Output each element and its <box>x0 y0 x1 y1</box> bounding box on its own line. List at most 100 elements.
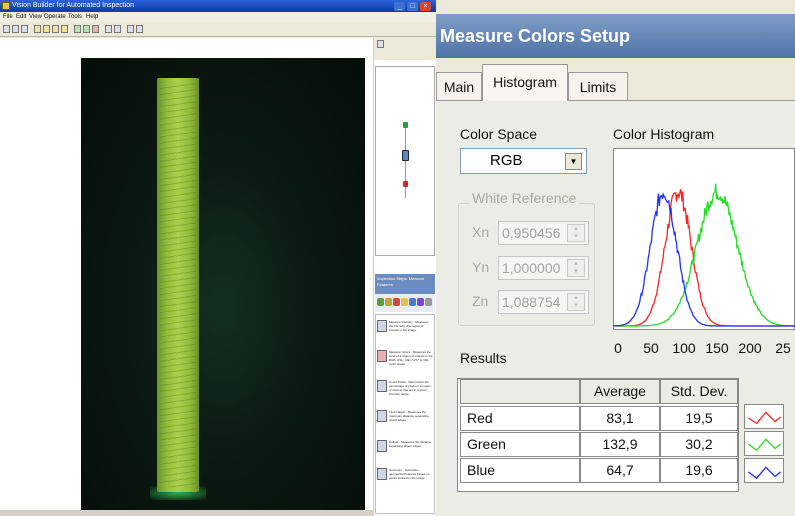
measure-icon[interactable] <box>401 298 408 306</box>
red-line-swatch-icon[interactable] <box>744 404 784 429</box>
histogram-series-green <box>613 183 795 327</box>
measure-step-node-icon[interactable] <box>402 150 409 161</box>
select-tool-icon[interactable] <box>34 25 41 33</box>
header-empty <box>460 379 580 404</box>
tab-limits[interactable]: Limits <box>568 72 628 100</box>
x-tick: 0 <box>614 340 622 356</box>
new-file-icon[interactable] <box>3 25 10 33</box>
maximize-button[interactable]: □ <box>407 2 418 11</box>
yn-spinner-icon[interactable]: ▲ ▼ <box>567 259 585 277</box>
green-line-swatch-icon[interactable] <box>744 431 784 456</box>
header-std-dev: Std. Dev. <box>660 379 738 404</box>
intensity-icon <box>377 320 387 332</box>
menu-view[interactable]: View <box>29 12 42 22</box>
menu-help[interactable]: Help <box>86 12 98 22</box>
yn-label: Yn <box>472 259 490 275</box>
x-tick: 150 <box>705 340 729 356</box>
zoom-in-icon[interactable] <box>52 25 59 33</box>
panel-title: Measure Colors Setup <box>440 26 631 46</box>
header-average: Average <box>580 379 660 404</box>
red-std-dev: 19,5 <box>660 406 738 431</box>
step-back-icon[interactable] <box>105 25 112 33</box>
green-average: 132,9 <box>580 432 660 457</box>
color-space-label: Color Space <box>460 126 538 142</box>
pixels-icon <box>377 380 387 392</box>
menu-file[interactable]: File <box>3 12 13 22</box>
start-node-icon[interactable] <box>403 122 408 128</box>
save-icon[interactable] <box>21 25 28 33</box>
yn-value: 1,000000 <box>502 260 561 276</box>
wood-grain <box>160 82 196 487</box>
step-count-pixels[interactable]: Count Pixels - Determines the percentage… <box>377 380 433 406</box>
step-forward-icon[interactable] <box>114 25 121 33</box>
zn-label: Zn <box>472 293 489 309</box>
flow-connector <box>405 126 406 198</box>
caliper-icon <box>377 410 387 422</box>
color-histogram-chart <box>613 183 795 327</box>
color-space-value: RGB <box>490 152 523 169</box>
step-label: Measure Colors - Measures the color of a… <box>389 350 433 366</box>
step-find-caliper[interactable]: Find Caliper - Measures the maximum dist… <box>377 410 433 436</box>
menu-operate[interactable]: Operate <box>44 12 66 22</box>
locate-icon[interactable] <box>393 298 400 306</box>
blue-line-swatch-icon[interactable] <box>744 458 784 483</box>
row-name-blue: Blue <box>460 458 580 483</box>
help-icon[interactable] <box>377 40 384 48</box>
window-title: Vision Builder for Automated Inspection <box>12 2 135 9</box>
inspection-image <box>81 58 365 510</box>
step-measure-colors[interactable]: Measure Colors - Measures the color of a… <box>377 350 433 376</box>
results-label: Results <box>460 350 507 366</box>
minimize-button[interactable]: _ <box>394 2 405 11</box>
step-label: Caliper - Measures the distance separati… <box>389 440 432 448</box>
x-tick: 25 <box>775 340 791 356</box>
geometry-icon <box>377 468 387 480</box>
dropdown-arrow-icon[interactable]: ▼ <box>565 153 582 170</box>
end-node-icon[interactable] <box>403 181 408 187</box>
menu-edit[interactable]: Edit <box>16 12 26 22</box>
green-std-dev: 30,2 <box>660 432 738 457</box>
white-reference-label: White Reference <box>469 190 580 206</box>
acquire-icon[interactable] <box>377 298 384 306</box>
row-name-red: Red <box>460 406 580 431</box>
step-caliper[interactable]: Caliper - Measures the distance separati… <box>377 440 433 466</box>
tab-histogram[interactable]: Histogram <box>482 64 568 101</box>
xn-label: Xn <box>472 224 490 240</box>
close-button[interactable]: × <box>420 2 431 11</box>
colors-icon <box>377 350 387 362</box>
step-label: Count Pixels - Determines the percentage… <box>389 380 431 396</box>
step-label: Find Caliper - Measures the maximum dist… <box>389 410 429 422</box>
zn-spinner-icon[interactable]: ▲ ▼ <box>567 293 585 311</box>
step-measure-intensity[interactable]: Measure Intensity - Measures the intensi… <box>377 320 433 346</box>
step-label: Geometry - Computes geometrical features… <box>389 468 430 480</box>
histogram-title: Color Histogram <box>613 126 715 142</box>
menu-tools[interactable]: Tools <box>68 12 82 22</box>
step-label: Measure Intensity - Measures the intensi… <box>389 320 429 332</box>
xn-spinner-icon[interactable]: ▲ ▼ <box>567 224 585 242</box>
xn-value: 0,950456 <box>502 225 561 241</box>
blue-average: 64,7 <box>580 458 660 483</box>
tab-main[interactable]: Main <box>436 72 482 100</box>
identify-icon[interactable] <box>417 298 424 306</box>
status-bar <box>0 510 374 516</box>
row-name-green: Green <box>460 432 580 457</box>
run-icon[interactable] <box>74 25 81 33</box>
pan-tool-icon[interactable] <box>43 25 50 33</box>
inspection-steps-header: Inspection Steps: Measure Features <box>375 274 435 294</box>
zn-value: 1,088754 <box>502 294 561 310</box>
app-icon <box>2 2 10 10</box>
x-tick: 200 <box>738 340 762 356</box>
red-average: 83,1 <box>580 406 660 431</box>
x-tick: 100 <box>672 340 696 356</box>
step-geometry[interactable]: Geometry - Computes geometrical features… <box>377 468 433 494</box>
properties-icon[interactable] <box>127 25 134 33</box>
caliper2-icon <box>377 440 387 452</box>
open-folder-icon[interactable] <box>12 25 19 33</box>
stop-icon[interactable] <box>92 25 99 33</box>
zoom-out-icon[interactable] <box>61 25 68 33</box>
check-icon[interactable] <box>409 298 416 306</box>
blue-std-dev: 19,6 <box>660 458 738 483</box>
enhance-icon[interactable] <box>385 298 392 306</box>
more-icon[interactable] <box>425 298 432 306</box>
grid-icon[interactable] <box>136 25 143 33</box>
run-once-icon[interactable] <box>83 25 90 33</box>
